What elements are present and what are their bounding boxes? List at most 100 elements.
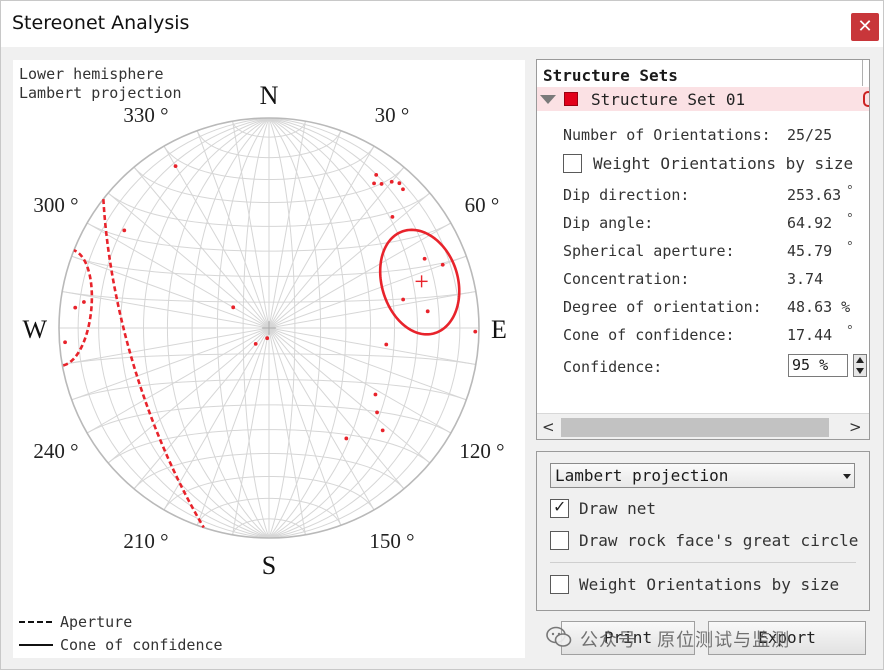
chevron-down-icon[interactable]: [843, 474, 851, 479]
title-bar: Stereonet Analysis ✕: [1, 1, 883, 47]
draw-net-label: Draw net: [579, 499, 657, 518]
structure-sets-header: Structure Sets: [543, 66, 678, 85]
angle-label-300: 300 °: [33, 193, 78, 217]
pole-point: [122, 228, 127, 233]
close-button[interactable]: ✕: [851, 13, 879, 41]
concentration-value: 3.74: [787, 270, 824, 288]
projection-select[interactable]: Lambert projection: [550, 463, 855, 488]
angle-label-210: 210 °: [123, 529, 168, 553]
legend-cone-label: Cone of confidence: [60, 636, 223, 654]
projection-select-value: Lambert projection: [555, 466, 729, 485]
angle-label-240: 240 °: [33, 439, 78, 463]
compass-north: N: [260, 81, 279, 110]
pole-point: [380, 428, 385, 433]
draw-net-checkbox[interactable]: ✓: [550, 497, 569, 518]
pole-point: [82, 300, 86, 304]
scroll-right-icon[interactable]: >: [849, 418, 862, 436]
cone-of-confidence-label: Cone of confidence:: [563, 326, 735, 344]
pole-point: [373, 392, 378, 397]
angle-label-30: 30 °: [375, 103, 410, 127]
mean-pole-marker: [415, 275, 428, 288]
spherical-aperture-value: 45.79: [787, 242, 833, 260]
legend-aperture-label: Aperture: [60, 613, 132, 631]
pole-point: [389, 179, 394, 184]
pole-point: [397, 181, 402, 186]
display-options-panel: Lambert projection ✓ Draw net Draw rock …: [536, 451, 870, 611]
num-orientations-label: Number of Orientations:: [563, 126, 771, 144]
pole-point: [422, 256, 427, 261]
scrollbar-thumb[interactable]: [561, 418, 829, 437]
pole-point: [440, 262, 445, 267]
expand-toggle-icon[interactable]: [540, 95, 556, 104]
weight-orientations-label: Weight Orientations by size: [593, 154, 854, 173]
angle-label-60: 60 °: [465, 193, 500, 217]
pole-point: [372, 181, 376, 186]
structure-set-row[interactable]: Structure Set 01: [537, 87, 869, 111]
aperture-circle-segment: [102, 199, 205, 529]
degree-of-orientation-value: 48.63 %: [787, 298, 851, 316]
pole-point: [390, 214, 395, 219]
info-line-2: Lambert projection: [19, 84, 182, 102]
stereonet-plot-panel: N S E W Lower hemisphere Lambert project…: [13, 60, 525, 658]
watermark: 公众号 · 原位测试与监测: [546, 622, 866, 654]
pole-point: [253, 341, 258, 346]
plot-legend: Aperture Cone of confidence: [19, 613, 223, 654]
spinner-up-icon[interactable]: [856, 357, 864, 363]
angle-label-120: 120 °: [459, 439, 504, 463]
draw-rockface-label: Draw rock face's great circle: [579, 531, 859, 550]
cone-of-confidence: [378, 228, 461, 336]
options-divider: [550, 562, 856, 563]
compass-west: W: [22, 315, 47, 344]
pole-point: [401, 187, 405, 192]
weight-orientations-option-label: Weight Orientations by size: [579, 575, 840, 594]
angle-label-150: 150 °: [369, 529, 414, 553]
confidence-input[interactable]: 95 %: [788, 354, 848, 377]
pole-point: [231, 305, 236, 310]
dip-direction-label: Dip direction:: [563, 186, 690, 204]
degree-symbol: °: [846, 184, 854, 199]
spherical-aperture-label: Spherical aperture:: [563, 242, 735, 260]
degree-of-orientation-label: Degree of orientation:: [563, 298, 762, 316]
info-line-1: Lower hemisphere: [19, 65, 164, 83]
weight-orientations-option-checkbox[interactable]: [550, 575, 569, 594]
dip-direction-value: 253.63: [787, 186, 842, 204]
set-name: Structure Set 01: [591, 90, 746, 109]
angle-label-330: 330 °: [123, 103, 168, 127]
wechat-icon: [546, 626, 572, 647]
visibility-toggle-icon[interactable]: [863, 91, 869, 107]
pole-point: [384, 342, 389, 347]
cone-circle: [378, 228, 461, 336]
stereonet-plot: N S E W Lower hemisphere Lambert project…: [19, 65, 507, 654]
pole-point: [401, 297, 406, 302]
pole-point: [265, 336, 270, 341]
window-title: Stereonet Analysis: [12, 12, 190, 34]
weight-orientations-checkbox[interactable]: [563, 154, 582, 173]
degree-symbol: °: [846, 324, 854, 339]
check-icon: ✓: [553, 497, 567, 516]
column-header-stub: [862, 60, 869, 86]
compass-south: S: [262, 551, 276, 580]
pole-point: [173, 164, 178, 169]
structure-sets-panel: Structure Sets Structure Set 01 Number o…: [536, 59, 870, 440]
scroll-left-icon[interactable]: <: [542, 418, 555, 436]
compass-east: E: [491, 315, 507, 344]
degree-symbol: °: [846, 240, 854, 255]
dip-angle-value: 64.92: [787, 214, 833, 232]
pole-point: [379, 182, 384, 186]
confidence-spinner[interactable]: [853, 354, 867, 377]
spinner-down-icon[interactable]: [856, 368, 864, 374]
num-orientations-value: 25/25: [787, 126, 833, 144]
pole-point: [63, 340, 67, 345]
degree-symbol: °: [846, 212, 854, 227]
pole-point: [425, 309, 430, 314]
pole-point: [375, 410, 379, 415]
draw-rockface-checkbox[interactable]: [550, 531, 569, 550]
horizontal-scrollbar[interactable]: < >: [537, 413, 869, 439]
pole-point: [473, 329, 478, 334]
stereonet-analysis-window: Stereonet Analysis ✕ N S E W Lower hemis…: [0, 0, 884, 670]
watermark-text: 公众号 · 原位测试与监测: [580, 630, 791, 651]
set-color-swatch[interactable]: [564, 92, 578, 106]
pole-point: [73, 305, 78, 310]
pole-point: [374, 173, 379, 177]
pole-point: [344, 436, 349, 441]
